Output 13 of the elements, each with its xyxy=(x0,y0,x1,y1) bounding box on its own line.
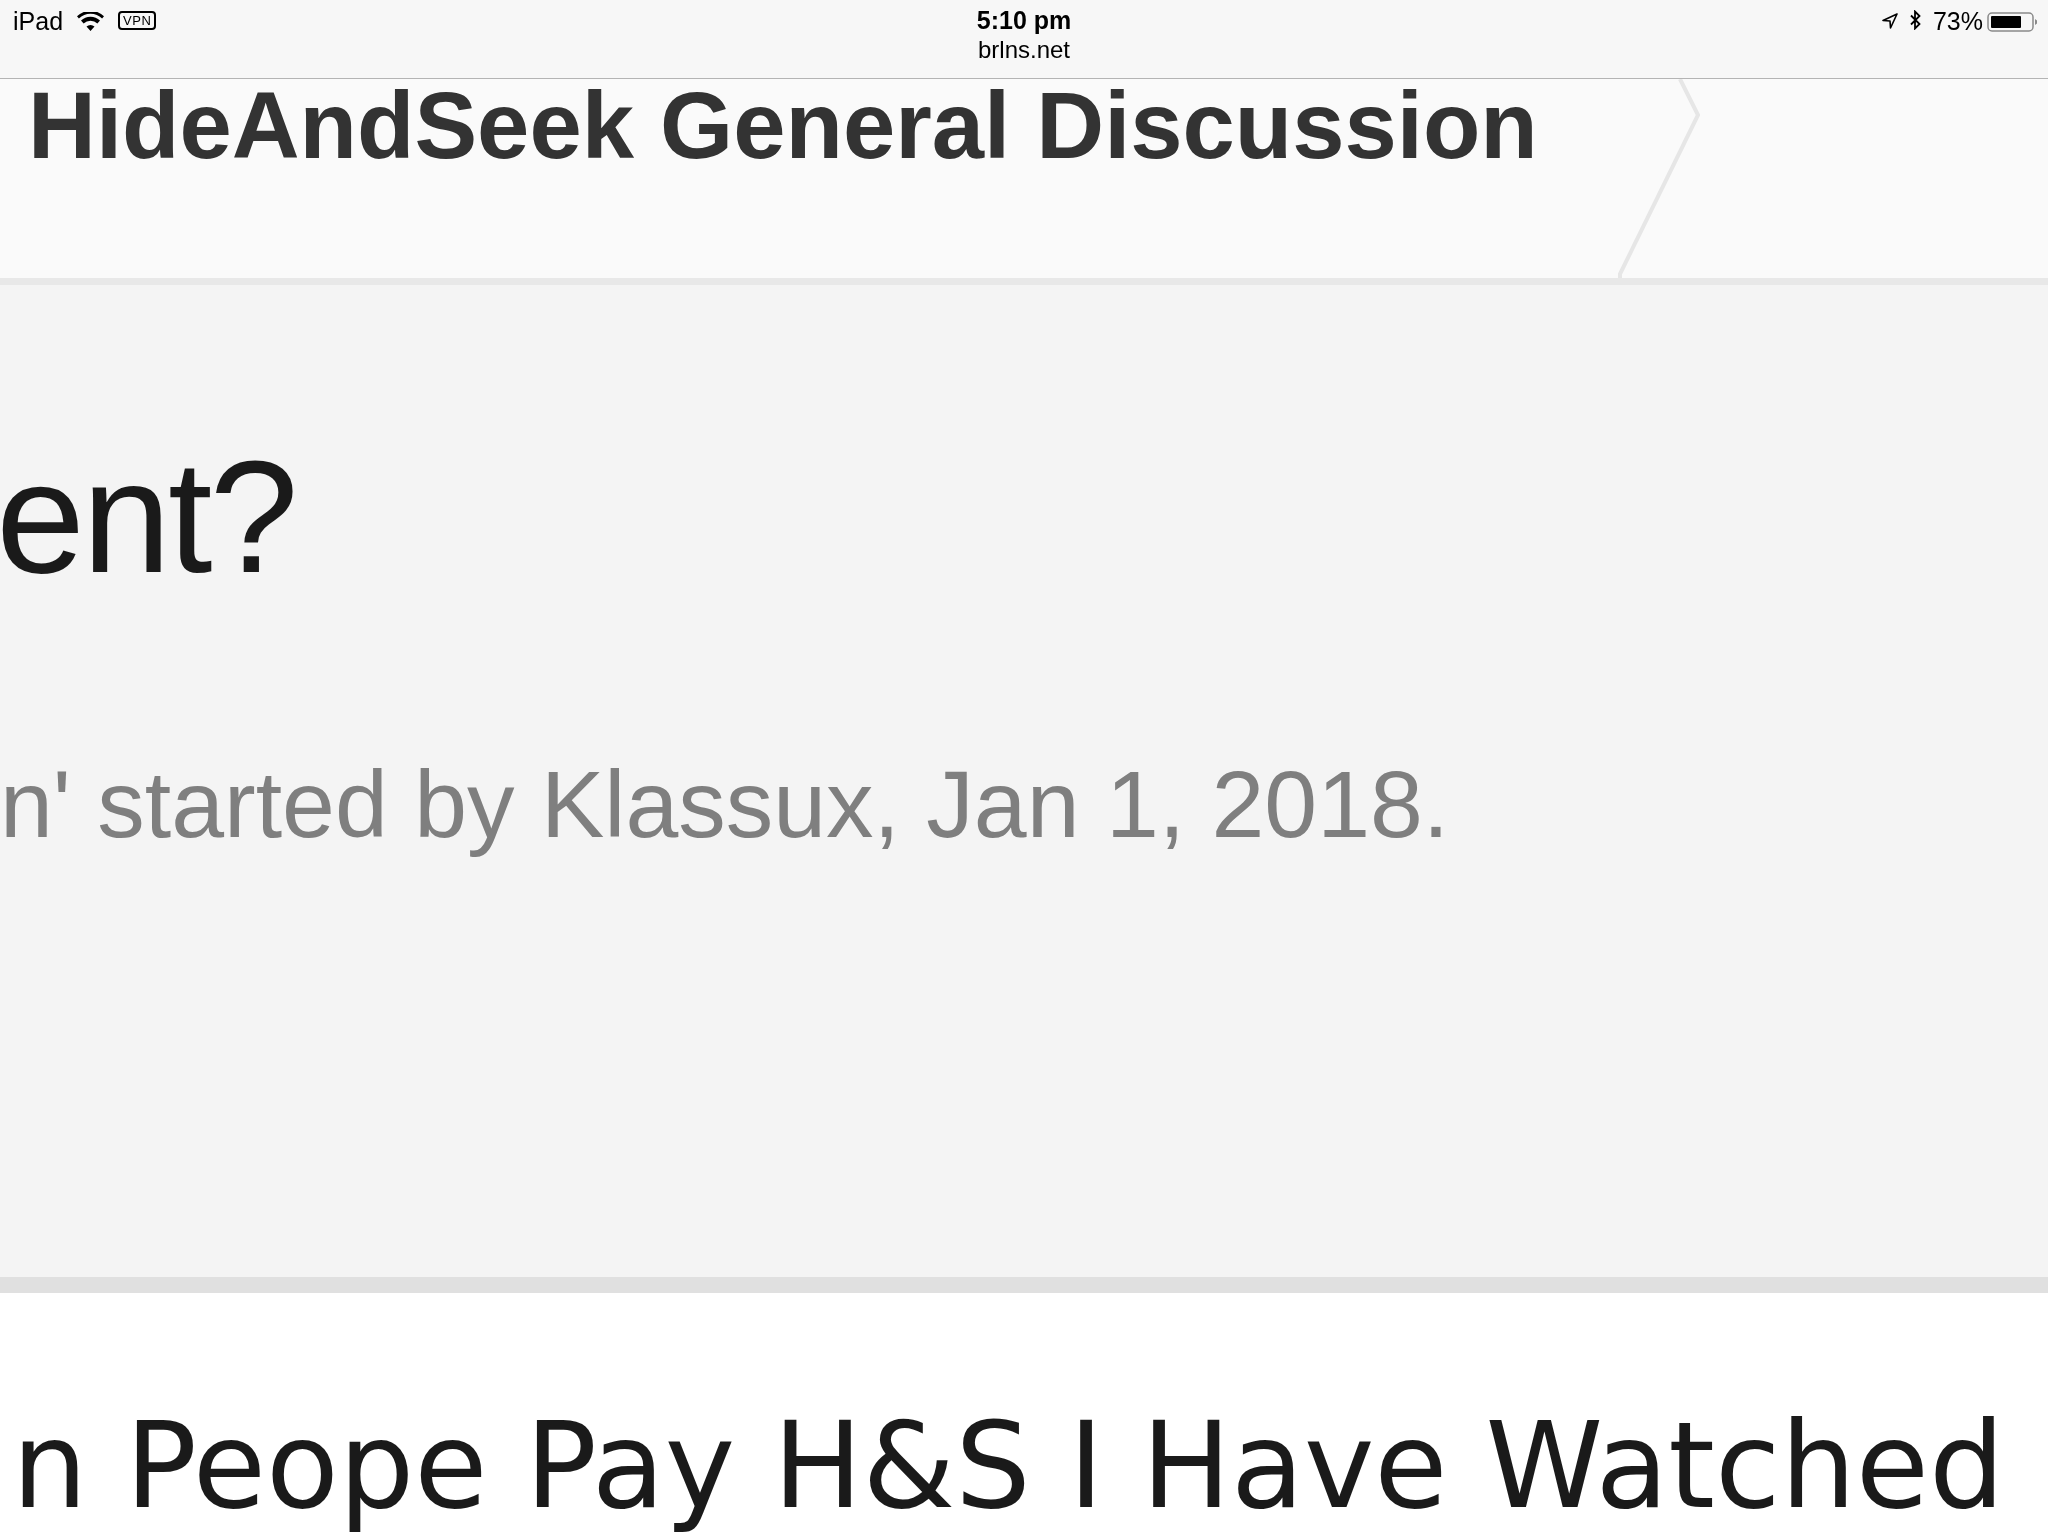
battery-percentage: 73% xyxy=(1932,6,1983,36)
battery-icon xyxy=(1987,12,2037,32)
wifi-icon xyxy=(77,12,105,31)
page-url[interactable]: brlns.net xyxy=(977,35,1070,65)
vpn-badge: VPN xyxy=(118,11,157,30)
thread-title-link[interactable]: n Peope Pay H&S I Have Watched xyxy=(12,1396,2005,1536)
thread-title: ent? xyxy=(0,426,296,608)
clock-time: 5:10 pm xyxy=(976,5,1072,35)
breadcrumb-link[interactable]: HideAndSeek General Discussion xyxy=(28,79,1538,173)
thread-meta: n' started by Klassux, Jan 1, 2018. xyxy=(0,750,1450,859)
location-arrow-icon xyxy=(1881,13,1898,29)
bluetooth-icon xyxy=(1909,10,1921,30)
device-name: iPad xyxy=(13,6,64,36)
